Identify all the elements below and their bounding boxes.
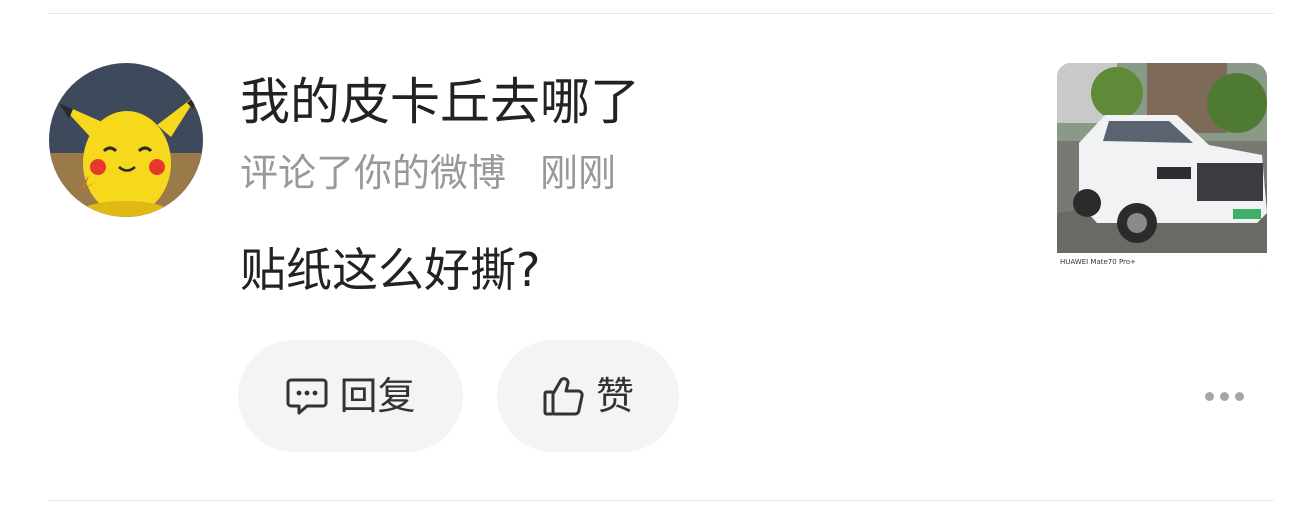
comment-icon bbox=[285, 376, 329, 416]
timestamp: 刚刚 bbox=[540, 151, 617, 195]
reply-label: 回复 bbox=[339, 374, 416, 418]
notification-meta: 评论了你的微博 刚刚 bbox=[240, 148, 616, 198]
top-divider bbox=[48, 13, 1274, 14]
weibo-thumbnail[interactable]: HUAWEI Mate70 Pro+ bbox=[1057, 63, 1267, 271]
more-dot bbox=[1234, 391, 1244, 401]
white-suv-photo-icon bbox=[1057, 63, 1267, 271]
comment-text[interactable]: 贴纸这么好撕? bbox=[240, 240, 540, 300]
like-button[interactable]: 赞 bbox=[497, 340, 679, 452]
more-dot bbox=[1219, 391, 1229, 401]
bottom-divider bbox=[48, 500, 1274, 501]
reply-button[interactable]: 回复 bbox=[238, 340, 463, 452]
user-avatar[interactable] bbox=[49, 63, 203, 217]
username[interactable]: 我的皮卡丘去哪了 bbox=[240, 70, 640, 134]
action-text: 评论了你的微博 bbox=[240, 151, 507, 195]
like-label: 赞 bbox=[595, 374, 634, 418]
pikachu-avatar-icon bbox=[49, 63, 203, 217]
thumbs-up-icon bbox=[542, 374, 586, 418]
more-options-button[interactable] bbox=[1196, 380, 1252, 412]
more-dots-icon bbox=[1204, 391, 1214, 401]
photo-caption: HUAWEI Mate70 Pro+ bbox=[1060, 258, 1136, 266]
